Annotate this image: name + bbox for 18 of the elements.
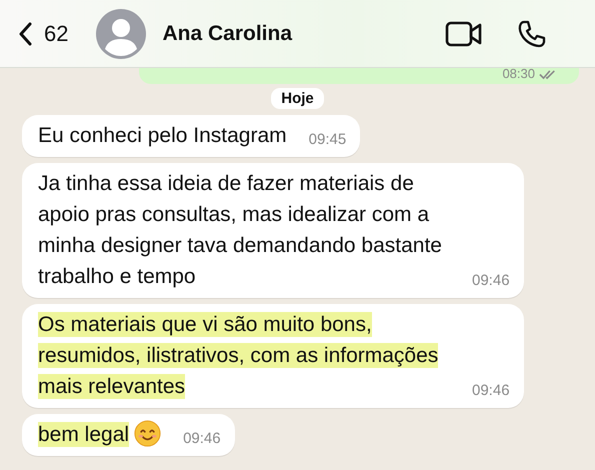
back-icon xyxy=(18,22,32,46)
phone-call-icon[interactable] xyxy=(517,18,547,48)
message-text: Ja tinha essa ideia de fazer materiais de apoio pras consultas, mas idealizar com a minha designer tava demandando bastante trabalho e tempo xyxy=(38,171,443,290)
message-time: 08:30 xyxy=(502,68,535,80)
video-call-icon[interactable] xyxy=(445,20,483,46)
double-check-icon xyxy=(539,68,557,80)
avatar-icon[interactable] xyxy=(96,8,146,58)
message-time: 09:45 xyxy=(308,131,346,149)
message-text: bem legal xyxy=(38,421,130,449)
message-text: Eu conheci pelo Instagram xyxy=(38,123,287,149)
contact-name[interactable]: Ana Carolina xyxy=(162,22,292,46)
date-chip: Hoje xyxy=(271,88,324,109)
back-button[interactable]: 62 xyxy=(18,20,68,46)
message-time: 09:46 xyxy=(183,430,221,448)
smiling-emoji-icon xyxy=(134,420,162,447)
message-time: 09:46 xyxy=(472,382,510,400)
message-text: Os materiais que vi são muito bons, resumidos, ilistrativos, com as informações mais relevantes xyxy=(38,311,440,401)
message-time: 09:46 xyxy=(472,272,510,290)
